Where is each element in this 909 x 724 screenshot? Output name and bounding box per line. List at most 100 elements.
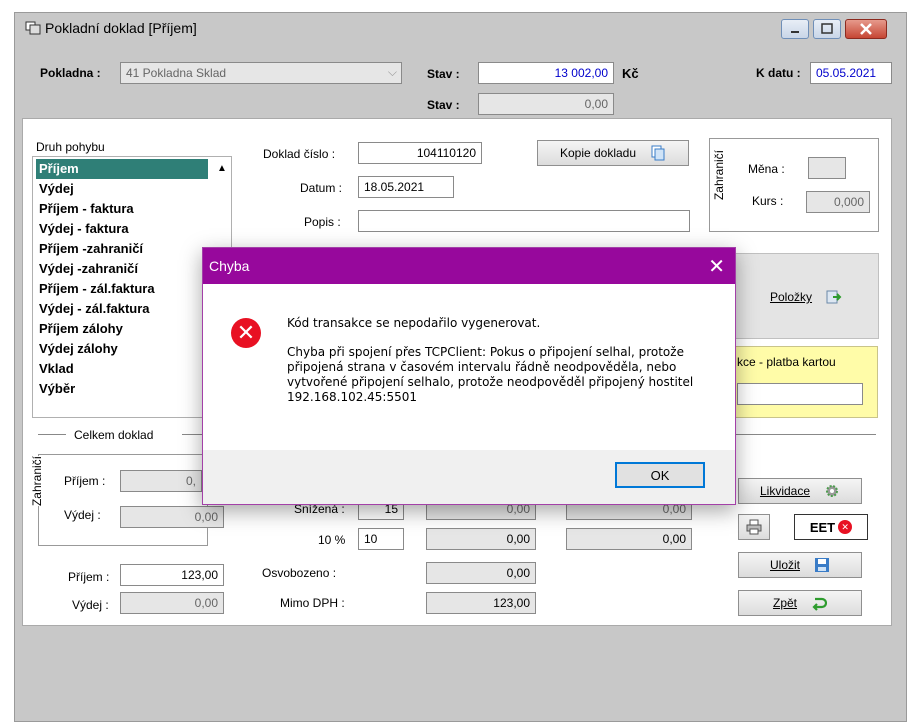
doklad-cislo-field[interactable]: 104110120 [358, 142, 482, 164]
error-dialog: Chyba ✕ ✕ Kód transakce se nepodařilo vy… [202, 247, 736, 505]
prijem-zahr-field: 0, [120, 470, 202, 492]
list-item[interactable]: Výdej [36, 179, 208, 199]
list-item[interactable]: Výdej -zahraničí [36, 259, 208, 279]
pokladna-label: Pokladna : [40, 66, 101, 80]
app-icon [25, 21, 41, 35]
mena-field[interactable] [808, 157, 846, 179]
close-icon [860, 23, 872, 35]
stav2-field: 0,00 [478, 93, 614, 115]
status-area [15, 628, 906, 720]
prijem-zahr-label: Příjem : [64, 474, 106, 488]
platba-kartou-input[interactable] [737, 383, 863, 405]
list-item[interactable]: Vklad [36, 359, 208, 379]
prijem-label: Příjem : [68, 570, 110, 584]
kdatu-field[interactable]: 05.05.2021 [810, 62, 892, 84]
scroll-up-icon[interactable]: ▲ [215, 163, 229, 177]
rate10-label: 10 % [318, 533, 346, 547]
osvobozeno-field: 0,00 [426, 562, 536, 584]
celkem-doklad-label: Celkem doklad [74, 428, 154, 442]
window-title: Pokladní doklad [Příjem] [45, 20, 197, 36]
dialog-message: Kód transakce se nepodařilo vygenerovat.… [287, 316, 717, 405]
doklad-cislo-label: Doklad číslo : [263, 147, 336, 161]
copy-icon [651, 145, 665, 161]
platba-kartou-panel: kce - platba kartou [732, 346, 878, 418]
list-item[interactable]: Výdej - faktura [36, 219, 208, 239]
close-button[interactable] [845, 19, 887, 39]
kurs-field[interactable]: 0,000 [806, 191, 870, 213]
dialog-close-icon[interactable]: ✕ [708, 254, 725, 279]
save-icon [815, 558, 829, 572]
popis-label: Popis : [304, 215, 341, 229]
list-item[interactable]: Příjem [36, 159, 208, 179]
list-item[interactable]: Příjem - faktura [36, 199, 208, 219]
ulozit-label: Uložit [769, 558, 800, 572]
rate10-rate-field[interactable]: 10 [358, 528, 404, 550]
vydej-label: Výdej : [72, 598, 109, 612]
vydej-field: 0,00 [120, 592, 224, 614]
stav-field: 13 002,00 [478, 62, 614, 84]
likvidace-button[interactable]: Likvidace [738, 478, 862, 504]
mimo-dph-field: 123,00 [426, 592, 536, 614]
kdatu-label: K datu : [756, 66, 801, 80]
error-badge-icon: ✕ [838, 520, 853, 534]
polozky-button[interactable]: Položky [740, 284, 872, 310]
vydej-zahr-label: Výdej : [64, 508, 101, 522]
datum-field[interactable]: 18.05.2021 [358, 176, 454, 198]
prijem-field: 123,00 [120, 564, 224, 586]
pokladna-select[interactable]: 41 Pokladna Sklad ⌵ [120, 62, 402, 84]
kopie-dokladu-label: Kopie dokladu [559, 146, 637, 160]
mimo-dph-label: Mimo DPH : [280, 596, 345, 610]
group-divider [736, 434, 876, 435]
currency-label: Kč [622, 66, 639, 81]
list-item[interactable]: Výběr [36, 379, 208, 399]
list-item[interactable]: Výdej - zál.faktura [36, 299, 208, 319]
title-bar[interactable]: Pokladní doklad [Příjem] [15, 13, 906, 43]
popis-input[interactable] [358, 210, 690, 232]
list-item[interactable]: Výdej zálohy [36, 339, 208, 359]
rate10-base-field: 0,00 [426, 528, 536, 550]
stav2-label: Stav : [427, 98, 460, 112]
maximize-icon [821, 23, 833, 34]
stav-label: Stav : [427, 67, 460, 81]
celkem-zahranici-group [38, 454, 208, 546]
zahranici-group [709, 138, 879, 232]
gear-icon [826, 485, 839, 497]
celkem-zahranici-tab: Zahraničí [30, 456, 44, 507]
eet-button[interactable]: EET ✕ [794, 514, 868, 540]
ok-button[interactable]: OK [615, 462, 705, 488]
dialog-footer: OK [203, 450, 735, 504]
dialog-message-line1: Kód transakce se nepodařilo vygenerovat. [287, 316, 541, 330]
celkem-divider [38, 434, 66, 435]
polozky-label: Položky [769, 290, 813, 304]
zpet-button[interactable]: Zpět [738, 590, 862, 616]
datum-label: Datum : [300, 181, 343, 195]
celkem-divider [182, 434, 202, 435]
back-arrow-icon [812, 597, 827, 611]
dialog-title: Chyba [209, 258, 250, 274]
ulozit-button[interactable]: Uložit [738, 552, 862, 578]
likvidace-label: Likvidace [759, 484, 811, 498]
dialog-title-bar[interactable]: Chyba ✕ [203, 248, 735, 284]
dialog-message-line2: Chyba při spojení přes TCPClient: Pokus … [287, 345, 694, 404]
error-icon: ✕ [231, 318, 261, 348]
list-item[interactable]: Příjem zálohy [36, 319, 208, 339]
maximize-button[interactable] [813, 19, 841, 39]
minimize-icon [791, 31, 799, 33]
pokladna-value: 41 Pokladna Sklad [126, 66, 227, 80]
arrow-right-icon [826, 290, 842, 304]
printer-icon [746, 519, 762, 535]
kopie-dokladu-button[interactable]: Kopie dokladu [537, 140, 689, 166]
print-button[interactable] [738, 514, 770, 540]
list-item[interactable]: Příjem -zahraničí [36, 239, 208, 259]
eet-label: EET [809, 519, 836, 535]
druh-pohybu-label: Druh pohybu [36, 140, 105, 154]
zpet-label: Zpět [772, 596, 797, 610]
platba-kartou-label: kce - platba kartou [737, 355, 836, 369]
osvobozeno-label: Osvobozeno : [262, 566, 337, 580]
mena-label: Měna : [748, 162, 785, 176]
minimize-button[interactable] [781, 19, 809, 39]
kurs-label: Kurs : [752, 194, 784, 208]
list-item[interactable]: Příjem - zál.faktura [36, 279, 208, 299]
rate10-tax-field: 0,00 [566, 528, 692, 550]
zahranici-tab: Zahraničí [712, 150, 726, 201]
